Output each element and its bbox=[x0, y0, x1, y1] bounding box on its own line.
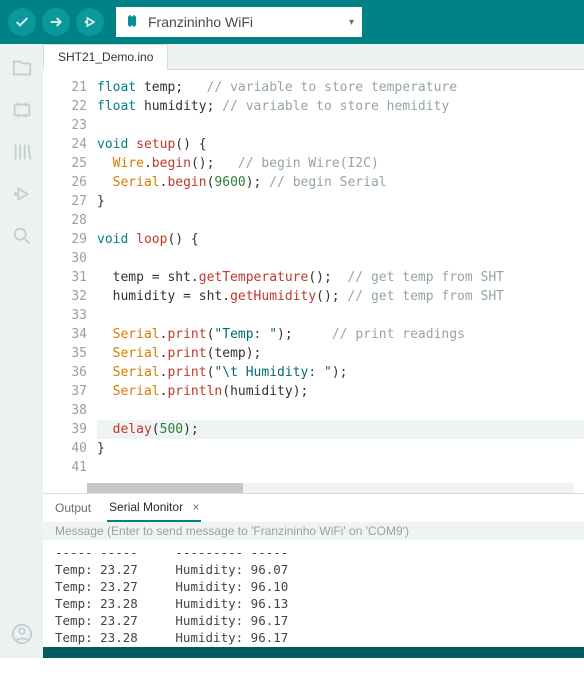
board-name: Franzininho WiFi bbox=[148, 14, 349, 30]
activity-bar bbox=[0, 44, 43, 658]
sketchbook-icon[interactable] bbox=[10, 56, 34, 80]
board-connected-icon bbox=[124, 13, 140, 32]
tab-filename: SHT21_Demo.ino bbox=[58, 50, 153, 64]
code-line[interactable]: Serial.print(temp); bbox=[97, 344, 584, 363]
tab-output[interactable]: Output bbox=[53, 495, 93, 521]
status-bar bbox=[43, 647, 584, 658]
code-line[interactable]: Serial.print("\t Humidity: "); bbox=[97, 363, 584, 382]
search-icon[interactable] bbox=[10, 224, 34, 248]
upload-button[interactable] bbox=[42, 8, 70, 36]
code-line[interactable] bbox=[97, 211, 584, 230]
code-line[interactable]: Serial.println(humidity); bbox=[97, 382, 584, 401]
code-line[interactable]: void loop() { bbox=[97, 230, 584, 249]
serial-monitor-output: ----- ----- --------- ----- Temp: 23.27 … bbox=[43, 540, 584, 647]
editor-tab[interactable]: SHT21_Demo.ino bbox=[43, 44, 168, 70]
code-line[interactable] bbox=[97, 306, 584, 325]
code-line[interactable] bbox=[97, 401, 584, 420]
scrollbar-thumb[interactable] bbox=[87, 483, 243, 493]
editor-tab-bar: SHT21_Demo.ino bbox=[43, 44, 584, 70]
verify-button[interactable] bbox=[8, 8, 36, 36]
code-line[interactable]: } bbox=[97, 192, 584, 211]
board-selector[interactable]: Franzininho WiFi ▾ bbox=[116, 7, 362, 37]
bottom-panel-tabs: Output Serial Monitor × bbox=[43, 493, 584, 522]
chevron-down-icon: ▾ bbox=[349, 17, 354, 28]
debug-button[interactable] bbox=[76, 8, 104, 36]
code-line[interactable]: temp = sht.getTemperature(); // get temp… bbox=[97, 268, 584, 287]
code-line[interactable] bbox=[97, 249, 584, 268]
tab-serial-monitor[interactable]: Serial Monitor × bbox=[107, 494, 201, 522]
boards-manager-icon[interactable] bbox=[10, 98, 34, 122]
line-number-gutter: 2122232425262728293031323334353637383940… bbox=[43, 78, 97, 477]
code-line[interactable]: Serial.begin(9600); // begin Serial bbox=[97, 173, 584, 192]
code-editor[interactable]: 2122232425262728293031323334353637383940… bbox=[43, 70, 584, 493]
code-line[interactable] bbox=[97, 458, 584, 477]
code-line[interactable]: float temp; // variable to store tempera… bbox=[97, 78, 584, 97]
code-line[interactable] bbox=[97, 116, 584, 135]
code-line[interactable]: } bbox=[97, 439, 584, 458]
profile-icon[interactable] bbox=[10, 622, 34, 646]
code-line[interactable]: Serial.print("Temp: "); // print reading… bbox=[97, 325, 584, 344]
code-line[interactable]: float humidity; // variable to store hem… bbox=[97, 97, 584, 116]
code-line[interactable]: delay(500); bbox=[97, 420, 584, 439]
serial-monitor-input[interactable] bbox=[43, 522, 584, 540]
code-line[interactable]: void setup() { bbox=[97, 135, 584, 154]
code-lines[interactable]: float temp; // variable to store tempera… bbox=[97, 78, 584, 477]
code-line[interactable]: Wire.begin(); // begin Wire(I2C) bbox=[97, 154, 584, 173]
debug-panel-icon[interactable] bbox=[10, 182, 34, 206]
horizontal-scrollbar[interactable] bbox=[87, 483, 574, 493]
code-line[interactable]: humidity = sht.getHumidity(); // get tem… bbox=[97, 287, 584, 306]
close-icon[interactable]: × bbox=[192, 500, 199, 514]
top-toolbar: Franzininho WiFi ▾ bbox=[0, 0, 584, 44]
library-manager-icon[interactable] bbox=[10, 140, 34, 164]
